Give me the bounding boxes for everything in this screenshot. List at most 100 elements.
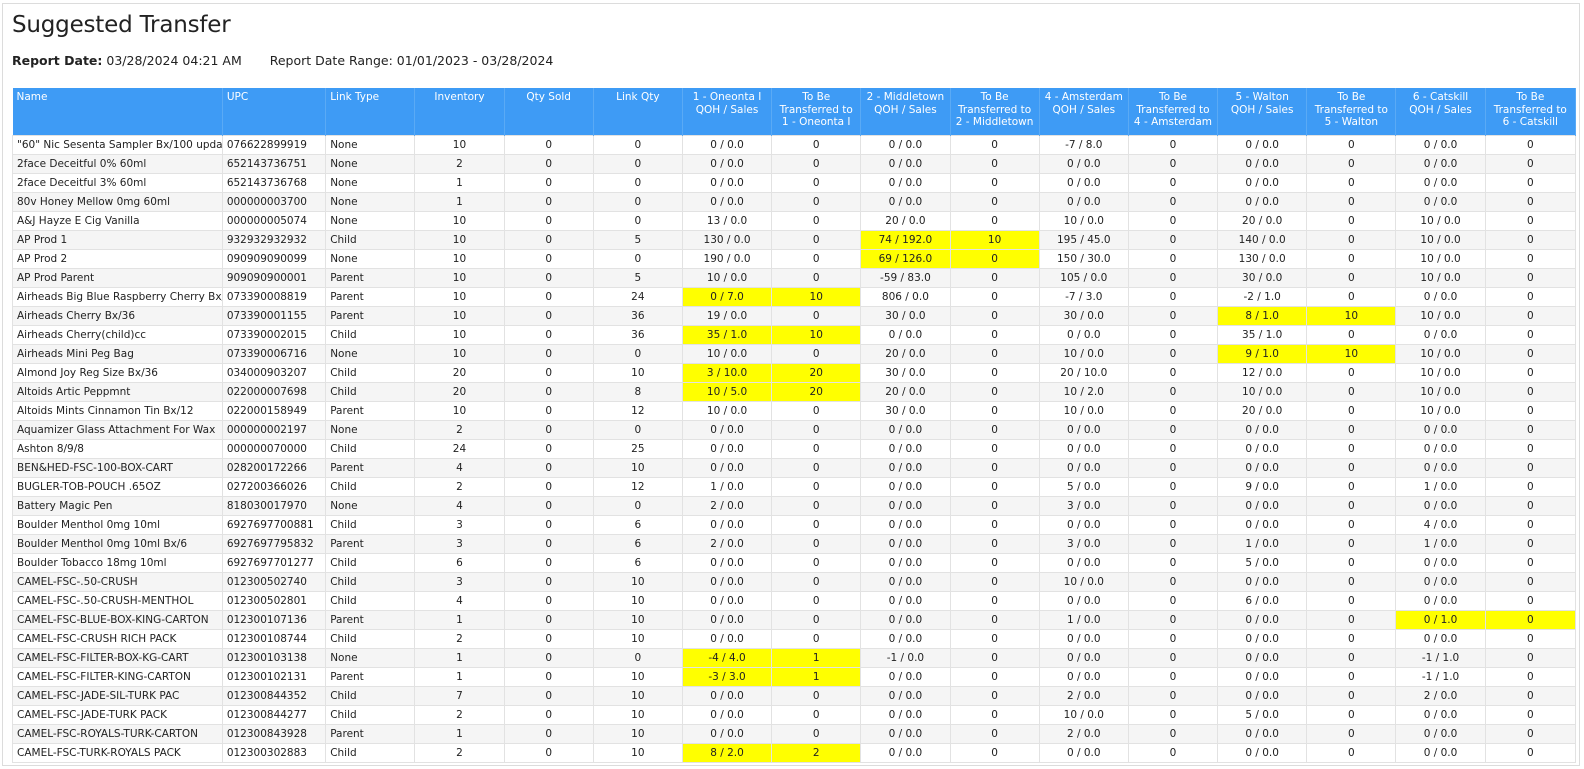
table-cell: 4 [414, 591, 505, 611]
table-cell: 0 [1306, 648, 1397, 668]
table-cell: 0 [949, 173, 1040, 193]
table-cell: 0 / 0.0 [1217, 173, 1308, 193]
table-cell: 10 [414, 230, 505, 250]
table-cell: 0 / 0.0 [860, 686, 951, 706]
table-cell: 0 / 0.0 [681, 724, 773, 744]
column-header[interactable]: To Be Transferred to 1 - Oneonta I [771, 88, 862, 136]
table-cell: 10 / 5.0 [681, 382, 773, 402]
table-cell: 0 [949, 610, 1040, 630]
table-cell: 10 [592, 363, 683, 383]
table-cell: 0 [1127, 705, 1219, 725]
table-cell: 0 [1484, 135, 1577, 155]
column-header[interactable]: To Be Transferred to 2 - Middletown [950, 88, 1040, 136]
table-cell: -1 / 1.0 [1395, 648, 1486, 668]
table-cell: 8 [592, 382, 683, 402]
table-cell: 000000070000 [221, 439, 327, 459]
table-cell: 0 / 0.0 [860, 154, 951, 174]
column-header[interactable]: 2 - Middletown QOH / Sales [860, 88, 951, 136]
table-cell: 0 / 0.0 [1395, 154, 1486, 174]
table-row: 80v Honey Mellow 0mg 60ml 000000003700 Non… [12, 192, 1577, 212]
table-cell: 12 / 0.0 [1217, 363, 1308, 383]
table-cell: 0 [771, 249, 862, 269]
column-header[interactable]: To Be Transferred to 5 - Walton [1306, 88, 1397, 136]
column-header[interactable]: 4 - Amsterdam QOH / Sales [1039, 88, 1129, 136]
table-cell: 6927697701277 [221, 553, 327, 573]
table-cell: 0 [771, 192, 862, 212]
table-cell: 0 / 0.0 [1217, 610, 1308, 630]
table-cell: 0 [1306, 192, 1397, 212]
table-cell: 0 [1306, 629, 1397, 649]
table-cell: 4 [414, 458, 505, 478]
table-cell: 0 [771, 344, 862, 364]
table-cell: 10 [414, 306, 505, 326]
table-cell: 3 / 10.0 [681, 363, 773, 383]
table-cell: 0 [1306, 135, 1397, 155]
table-cell: 24 [592, 287, 683, 307]
table-cell: 9 / 0.0 [1217, 477, 1308, 497]
table-cell: 0 [1484, 325, 1577, 345]
column-header[interactable]: Qty Sold [504, 88, 594, 136]
table-cell: 0 / 0.0 [1395, 705, 1486, 725]
column-header[interactable]: 5 - Walton QOH / Sales [1217, 88, 1308, 136]
table-row: CAMEL-FSC-.50-CRUSH 012300502740 Child 3 0 10… [12, 572, 1577, 592]
table-cell: 0 / 0.0 [681, 135, 773, 155]
table-cell: 0 [949, 591, 1040, 611]
table-cell: 0 [1306, 572, 1397, 592]
column-header[interactable]: 1 - Oneonta I QOH / Sales [682, 88, 773, 136]
table-row: Ashton 8/9/8 000000070000 Child 24 0 25 0 / 0.… [12, 439, 1577, 459]
column-header[interactable]: 6 - Catskill QOH / Sales [1395, 88, 1486, 136]
table-cell: 0 [503, 401, 594, 421]
table-cell: 0 / 0.0 [1395, 743, 1486, 763]
table-row: AP Prod 2 090909090099 None 10 0 0 190 / 0.0 0 6… [12, 249, 1577, 269]
table-cell: Child [325, 705, 416, 725]
table-cell: 6 / 0.0 [1217, 591, 1308, 611]
table-cell: 2 / 0.0 [1038, 686, 1129, 706]
table-row: CAMEL-FSC-.50-CRUSH-MENTHOL 012300502801 C… [12, 591, 1577, 611]
table-row: CAMEL-FSC-ROYALS-TURK-CARTON 012300843928… [12, 724, 1577, 744]
table-cell: 0 / 0.0 [681, 154, 773, 174]
table-cell: 0 [503, 192, 594, 212]
table-cell: 10 / 0.0 [1217, 382, 1308, 402]
table-cell: Child [325, 382, 416, 402]
table-cell: 3 [414, 515, 505, 535]
product-name-cell: Airheads Mini Peg Bag [12, 344, 223, 364]
table-cell: 0 [1484, 572, 1577, 592]
table-row: Boulder Menthol 0mg 10ml 6927697700881 Chi… [12, 515, 1577, 535]
table-cell: 0 / 0.0 [681, 686, 773, 706]
column-header[interactable]: To Be Transferred to 6 - Catskill [1485, 88, 1577, 136]
column-header[interactable]: UPC [222, 88, 327, 136]
table-cell: 0 [1127, 249, 1219, 269]
product-name-cell: Airheads Big Blue Raspberry Cherry Bx/24 [12, 287, 223, 307]
table-cell: 932932932932 [221, 230, 327, 250]
table-cell: 20 [771, 382, 862, 402]
table-cell: 1 [414, 648, 505, 668]
table-cell: -7 / 8.0 [1038, 135, 1129, 155]
column-header[interactable]: Name [12, 88, 223, 136]
column-header[interactable]: Link Type [325, 88, 416, 136]
table-cell: 806 / 0.0 [860, 287, 951, 307]
table-cell: Child [325, 515, 416, 535]
table-cell: 0 / 0.0 [681, 629, 773, 649]
table-cell: 30 / 0.0 [860, 401, 951, 421]
table-cell: 10 [592, 705, 683, 725]
table-cell: 6 [592, 515, 683, 535]
table-cell: 0 [771, 724, 862, 744]
table-cell: 0 [949, 534, 1040, 554]
table-cell: 0 [503, 743, 594, 763]
table-cell: 012300108744 [221, 629, 327, 649]
table-cell: 9 / 1.0 [1217, 344, 1308, 364]
column-header[interactable]: Inventory [414, 88, 505, 136]
column-header[interactable]: To Be Transferred to 4 - Amsterdam [1128, 88, 1219, 136]
table-cell: 0 [949, 572, 1040, 592]
table-cell: 25 [592, 439, 683, 459]
table-cell: 0 / 0.0 [1217, 572, 1308, 592]
column-header[interactable]: Link Qty [593, 88, 683, 136]
table-cell: 3 [414, 572, 505, 592]
product-name-cell: "60" Nic Sesenta Sampler Bx/100 updated [12, 135, 223, 155]
table-cell: 0 / 0.0 [860, 477, 951, 497]
table-cell: 0 [503, 724, 594, 744]
table-cell: 0 [949, 363, 1040, 383]
table-cell: 12 [592, 477, 683, 497]
table-cell: 5 [592, 268, 683, 288]
table-cell: 0 [1484, 667, 1577, 687]
